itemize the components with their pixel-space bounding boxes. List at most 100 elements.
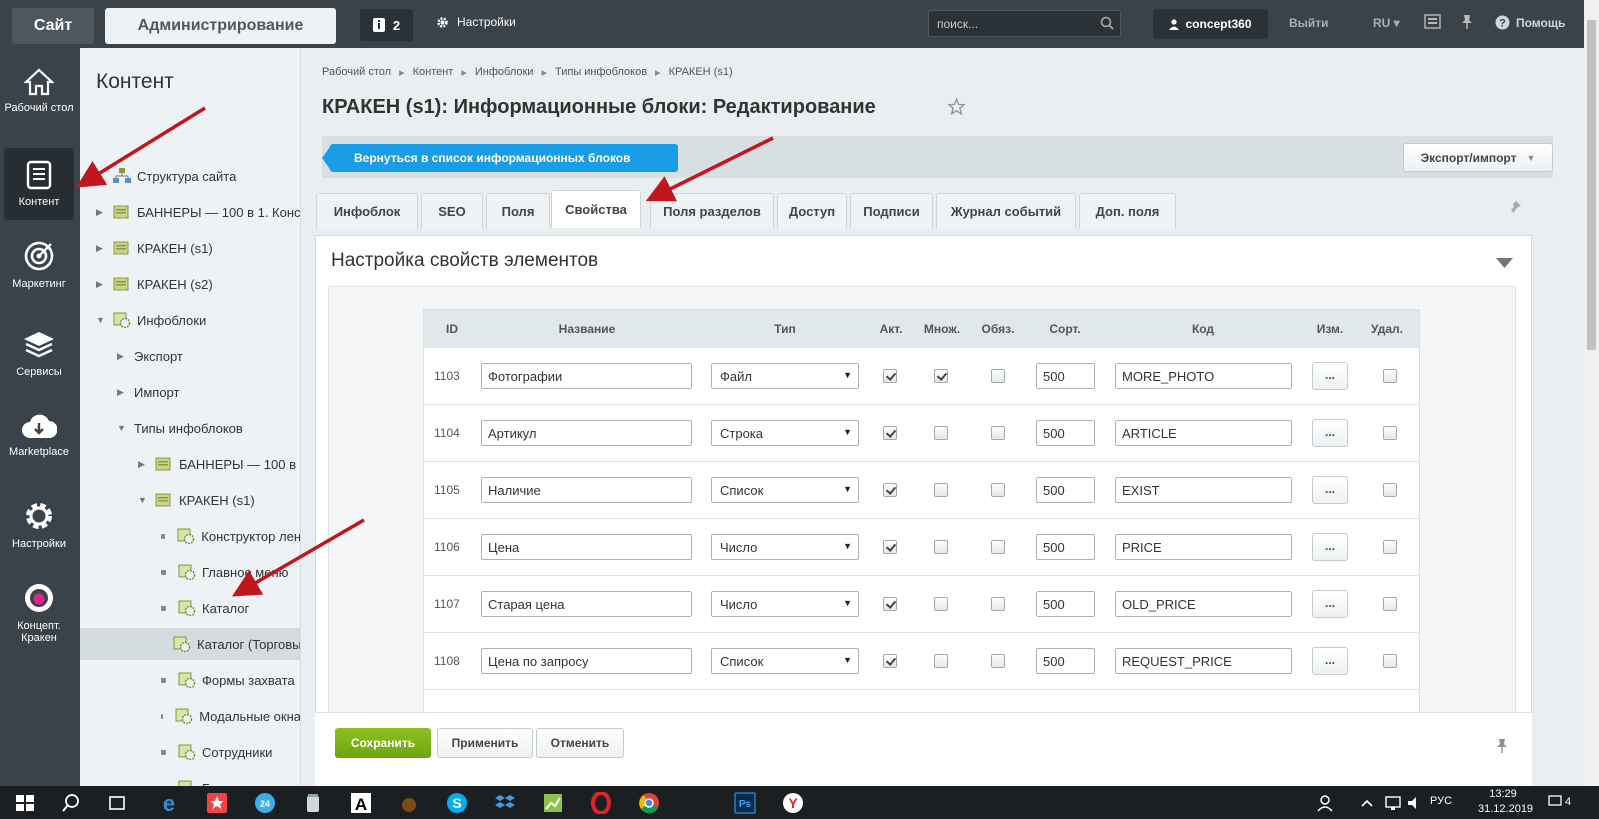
- tree-item[interactable]: Формы захвата: [80, 664, 300, 696]
- search-icon[interactable]: [1100, 16, 1114, 30]
- network-icon[interactable]: [1382, 792, 1404, 814]
- edit-property-button[interactable]: ...: [1312, 647, 1348, 675]
- code-input[interactable]: PRICE: [1115, 534, 1292, 560]
- breadcrumb-item[interactable]: Контент: [413, 66, 454, 79]
- app-jar-icon[interactable]: [302, 792, 324, 814]
- chevron-right-icon[interactable]: ▶: [96, 171, 105, 182]
- active-checkbox[interactable]: [883, 426, 897, 440]
- nav-settings[interactable]: Настройки: [4, 500, 74, 550]
- collapse-triangle-icon[interactable]: [1496, 258, 1513, 268]
- chevron-down-icon[interactable]: ▼: [138, 495, 147, 505]
- tree-item[interactable]: ▼ Инфоблоки: [80, 304, 300, 336]
- multiple-checkbox[interactable]: [934, 540, 948, 554]
- edit-property-button[interactable]: ...: [1312, 590, 1348, 618]
- sort-input[interactable]: 500: [1036, 591, 1095, 617]
- breadcrumb-item[interactable]: Типы инфоблоков: [555, 66, 647, 79]
- tree-item[interactable]: Конструктор лен: [80, 520, 300, 552]
- delete-checkbox[interactable]: [1383, 654, 1397, 668]
- edge-browser-icon[interactable]: e: [158, 792, 180, 814]
- nav-kraken[interactable]: Концепт. Кракен: [4, 582, 74, 644]
- property-type-select[interactable]: Число: [711, 591, 859, 617]
- property-type-select[interactable]: Список: [711, 477, 859, 503]
- property-type-select[interactable]: Строка: [711, 420, 859, 446]
- app-star-icon[interactable]: [206, 792, 228, 814]
- skype-icon[interactable]: S: [446, 792, 468, 814]
- property-name-input[interactable]: Цена по запросу: [481, 648, 692, 674]
- tab-4[interactable]: Поля разделов: [650, 193, 774, 229]
- delete-checkbox[interactable]: [1383, 483, 1397, 497]
- tab-6[interactable]: Подписи: [850, 193, 933, 229]
- tree-item[interactable]: Сотрудники: [80, 736, 300, 768]
- app-chart-icon[interactable]: [542, 792, 564, 814]
- nav-services[interactable]: Сервисы: [4, 330, 74, 378]
- help-link[interactable]: ? Помощь: [1495, 15, 1565, 30]
- admin-tab[interactable]: Администрирование: [105, 8, 336, 44]
- tab-2[interactable]: Поля: [486, 193, 550, 229]
- keyboard-icon[interactable]: [1424, 14, 1441, 29]
- tab-0[interactable]: Инфоблок: [316, 193, 418, 229]
- property-type-select[interactable]: Файл: [711, 363, 859, 389]
- dropbox-icon[interactable]: [494, 792, 516, 814]
- tree-item[interactable]: ▼ Типы инфоблоков: [80, 412, 300, 444]
- property-name-input[interactable]: Артикул: [481, 420, 692, 446]
- property-type-select[interactable]: Список: [711, 648, 859, 674]
- code-input[interactable]: EXIST: [1115, 477, 1292, 503]
- taskbar-language[interactable]: РУС: [1430, 795, 1452, 807]
- pin-icon[interactable]: [1509, 201, 1523, 215]
- active-checkbox[interactable]: [883, 369, 897, 383]
- property-name-input[interactable]: Фотографии: [481, 363, 692, 389]
- sort-input[interactable]: 500: [1036, 534, 1095, 560]
- favorite-star-icon[interactable]: [948, 98, 965, 115]
- sort-input[interactable]: 500: [1036, 477, 1095, 503]
- required-checkbox[interactable]: [991, 597, 1005, 611]
- code-input[interactable]: OLD_PRICE: [1115, 591, 1292, 617]
- sort-input[interactable]: 500: [1036, 420, 1095, 446]
- required-checkbox[interactable]: [991, 483, 1005, 497]
- save-button[interactable]: Сохранить: [335, 728, 431, 758]
- chevron-right-icon[interactable]: ▶: [117, 351, 126, 362]
- notifications-button[interactable]: 2: [360, 9, 413, 41]
- tree-item[interactable]: ▼ КРАКЕН (s1): [80, 484, 300, 516]
- scrollbar-thumb[interactable]: [1587, 20, 1596, 350]
- nav-marketplace[interactable]: Marketplace: [4, 412, 74, 458]
- export-import-button[interactable]: Экспорт/импорт ▼: [1403, 143, 1553, 172]
- logout-link[interactable]: Выйти: [1289, 16, 1329, 30]
- active-checkbox[interactable]: [883, 540, 897, 554]
- tree-item[interactable]: ▶ БАННЕРЫ — 100 в 1. Конс: [80, 196, 300, 228]
- breadcrumb-item[interactable]: Рабочий стол: [322, 66, 391, 79]
- people-icon[interactable]: [1316, 792, 1338, 814]
- code-input[interactable]: ARTICLE: [1115, 420, 1292, 446]
- breadcrumb-item[interactable]: Инфоблоки: [475, 66, 534, 79]
- task-view-icon[interactable]: [106, 792, 128, 814]
- property-name-input[interactable]: Цена: [481, 534, 692, 560]
- property-name-input[interactable]: Старая цена: [481, 591, 692, 617]
- delete-checkbox[interactable]: [1383, 369, 1397, 383]
- tab-5[interactable]: Доступ: [777, 193, 847, 229]
- user-profile-button[interactable]: concept360: [1153, 9, 1268, 39]
- property-type-select[interactable]: Число: [711, 534, 859, 560]
- required-checkbox[interactable]: [991, 654, 1005, 668]
- tree-item[interactable]: ▶ КРАКЕН (s2): [80, 268, 300, 300]
- nav-marketing[interactable]: Маркетинг: [4, 240, 74, 290]
- chevron-right-icon[interactable]: ▶: [117, 387, 126, 398]
- photoshop-icon[interactable]: Ps: [734, 792, 756, 814]
- chevron-down-icon[interactable]: ▼: [117, 423, 126, 433]
- delete-checkbox[interactable]: [1383, 540, 1397, 554]
- page-scrollbar[interactable]: [1584, 0, 1599, 786]
- tree-item[interactable]: ▶ БАННЕРЫ — 100 в: [80, 448, 300, 480]
- volume-icon[interactable]: [1404, 792, 1426, 814]
- tree-item[interactable]: ▶ Экспорт: [80, 340, 300, 372]
- settings-link[interactable]: Настройки: [436, 15, 516, 29]
- active-checkbox[interactable]: [883, 654, 897, 668]
- chrome-icon[interactable]: [638, 792, 660, 814]
- windows-start-icon[interactable]: [14, 792, 36, 814]
- app-24-icon[interactable]: 24: [254, 792, 276, 814]
- multiple-checkbox[interactable]: [934, 597, 948, 611]
- tree-item[interactable]: ▶ КРАКЕН (s1): [80, 232, 300, 264]
- search-icon[interactable]: [60, 792, 82, 814]
- code-input[interactable]: REQUEST_PRICE: [1115, 648, 1292, 674]
- edit-property-button[interactable]: ...: [1312, 419, 1348, 447]
- tree-item[interactable]: Каталог: [80, 592, 300, 624]
- tree-item[interactable]: ▶ Импорт: [80, 376, 300, 408]
- chevron-right-icon[interactable]: ▶: [96, 243, 105, 254]
